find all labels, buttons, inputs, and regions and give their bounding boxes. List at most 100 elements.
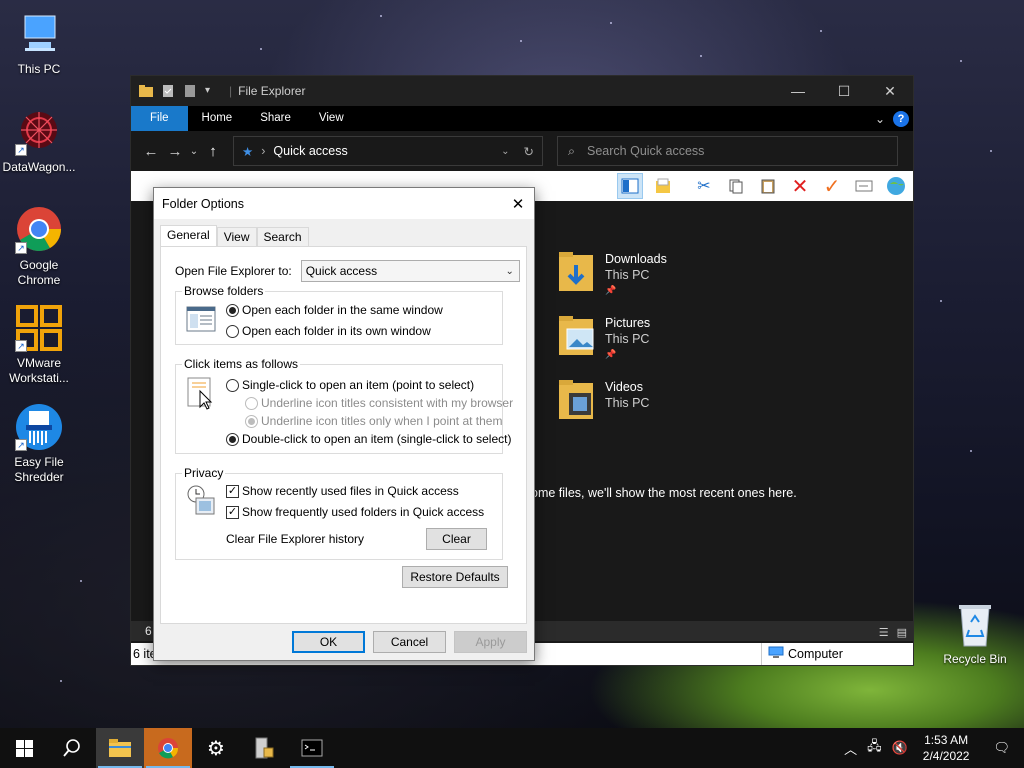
recycle-bin-icon — [951, 600, 999, 648]
taskbar-command-prompt[interactable] — [288, 728, 336, 768]
chevron-down-icon[interactable]: ⌄ — [501, 146, 509, 157]
copy-icon[interactable] — [723, 173, 749, 199]
large-icons-view-icon[interactable]: ▤ — [897, 623, 907, 643]
double-click-option[interactable]: Double-click to open an item (single-cli… — [226, 432, 511, 446]
close-button[interactable]: ✕ — [867, 76, 913, 106]
expand-ribbon-icon[interactable]: ⌄ — [875, 112, 885, 126]
customize-qat-icon[interactable]: ▾ — [205, 84, 219, 98]
refresh-icon[interactable]: ↻ — [524, 144, 534, 159]
chrome-icon — [158, 738, 179, 759]
clear-history-label: Clear File Explorer history — [226, 532, 365, 546]
checkmark-icon[interactable]: ✓ — [819, 173, 845, 199]
search-input[interactable]: ⌕ Search Quick access — [557, 136, 898, 166]
frequent-folders-option[interactable]: ✓ Show frequently used folders in Quick … — [226, 505, 484, 519]
new-folder-icon[interactable] — [183, 84, 197, 98]
click-items-group: Click items as follows Single-click to o… — [175, 357, 513, 454]
gear-icon: ⚙ — [207, 737, 225, 760]
tab-view[interactable]: View — [216, 227, 257, 247]
tab-view[interactable]: View — [305, 106, 358, 131]
open-explorer-row: Open File Explorer to: Quick access ⌄ — [175, 260, 520, 282]
tab-home[interactable]: Home — [188, 106, 247, 131]
cancel-button[interactable]: Cancel — [373, 631, 446, 653]
cut-icon[interactable]: ✂ — [691, 173, 717, 199]
taskbar-file-explorer[interactable] — [96, 728, 144, 768]
search-placeholder: Search Quick access — [587, 144, 705, 158]
taskbar: ⚙ ︿ 🖧 🔇 1:53 AM 2/4/2022 🗨 — [0, 728, 1024, 768]
volume-muted-icon[interactable]: 🔇 — [887, 740, 913, 756]
ok-button[interactable]: OK — [292, 631, 365, 653]
new-item-icon[interactable]: ▾ — [649, 173, 685, 199]
minimize-button[interactable]: — — [775, 76, 821, 106]
back-arrow-icon[interactable]: ← — [139, 143, 163, 160]
folder-options-dialog: Folder Options ✕ General View Search Ope… — [153, 187, 535, 661]
browse-same-window-option[interactable]: Open each folder in the same window — [226, 303, 443, 317]
radio-button[interactable] — [226, 432, 239, 446]
desktop-icon-recycle-bin[interactable]: Recycle Bin — [936, 600, 1014, 667]
explorer-titlebar: ▾ | File Explorer — ☐ ✕ — [131, 76, 913, 106]
tab-search[interactable]: Search — [256, 227, 309, 247]
quick-access-item-pictures[interactable]: Pictures This PC 📌 — [559, 315, 650, 361]
terminal-icon — [301, 739, 323, 757]
browse-folders-legend: Browse folders — [182, 284, 266, 298]
quick-access-item-videos[interactable]: Videos This PC — [559, 379, 649, 423]
tab-file[interactable]: File — [131, 106, 188, 131]
underline-point-label: Underline icon titles only when I point … — [261, 414, 503, 428]
paste-icon[interactable] — [755, 173, 781, 199]
item-location: This PC — [605, 396, 650, 410]
privacy-group: Privacy ✓ Show recently used files in Qu… — [175, 466, 503, 560]
desktop-icon-datawagon[interactable]: ↗ DataWagon... — [0, 108, 78, 175]
taskbar-server-manager[interactable] — [240, 728, 288, 768]
taskbar-chrome[interactable] — [144, 728, 192, 768]
taskbar-settings[interactable]: ⚙ — [192, 728, 240, 768]
recent-files-option[interactable]: ✓ Show recently used files in Quick acce… — [226, 484, 459, 498]
single-click-option[interactable]: Single-click to open an item (point to s… — [226, 378, 474, 392]
desktop-icon-vmware[interactable]: ↗ VMware Workstati... — [0, 304, 78, 386]
dialog-close-button[interactable]: ✕ — [502, 195, 534, 213]
tab-share[interactable]: Share — [246, 106, 305, 131]
desktop-icon-shredder[interactable]: ↗ Easy File Shredder — [0, 403, 78, 485]
window-title: File Explorer — [238, 84, 306, 98]
search-icon: ⌕ — [568, 143, 576, 158]
details-view-icon[interactable]: ☰ — [879, 623, 889, 643]
address-text: Quick access — [273, 144, 348, 158]
pin-icon: 📌 — [605, 349, 617, 359]
properties-icon[interactable] — [161, 84, 175, 98]
start-button[interactable] — [0, 728, 48, 768]
forward-arrow-icon[interactable]: → — [163, 143, 187, 160]
clear-history-button[interactable]: Clear — [426, 528, 487, 550]
rename-icon[interactable] — [851, 173, 877, 199]
vmware-icon: ↗ — [15, 304, 63, 352]
delete-icon[interactable]: ✕ — [787, 173, 813, 199]
desktop-icon-this-pc[interactable]: This PC — [0, 10, 78, 77]
radio-button[interactable] — [226, 324, 239, 338]
checkbox-checked[interactable]: ✓ — [226, 484, 239, 498]
browse-own-window-option[interactable]: Open each folder in its own window — [226, 324, 431, 338]
open-explorer-select[interactable]: Quick access ⌄ — [300, 260, 520, 282]
radio-button[interactable] — [226, 378, 239, 392]
maximize-button[interactable]: ☐ — [821, 76, 867, 106]
zone-indicator: Computer — [761, 643, 843, 665]
clock[interactable]: 1:53 AM 2/4/2022 — [913, 732, 980, 764]
quick-access-item-downloads[interactable]: Downloads This PC 📌 — [559, 251, 667, 297]
chevron-down-icon: ⌄ — [505, 265, 514, 277]
address-bar[interactable]: ★ › Quick access ⌄ ↻ — [233, 136, 543, 166]
notifications-icon[interactable]: 🗨 — [979, 740, 1024, 756]
desktop-icon-chrome[interactable]: ↗ Google Chrome — [0, 206, 78, 288]
radio-button[interactable] — [226, 303, 239, 317]
folder-icon[interactable] — [139, 84, 153, 98]
chevron-up-icon[interactable]: ︿ — [839, 739, 862, 758]
restore-defaults-button[interactable]: Restore Defaults — [402, 566, 508, 588]
desktop-icon-label: Google Chrome — [17, 258, 61, 287]
item-count: 6 — [145, 624, 152, 638]
apply-button[interactable]: Apply — [454, 631, 527, 653]
network-icon[interactable]: 🖧 — [862, 737, 887, 759]
tab-general[interactable]: General — [160, 225, 217, 247]
network-globe-icon[interactable] — [883, 173, 909, 199]
up-arrow-icon[interactable]: ↑ — [201, 143, 225, 160]
recent-locations-icon[interactable]: ⌄ — [187, 146, 201, 157]
search-button[interactable] — [48, 728, 96, 768]
preview-pane-icon[interactable] — [617, 173, 643, 199]
navigation-bar: ← → ⌄ ↑ ★ › Quick access ⌄ ↻ ⌕ Search Qu… — [131, 131, 913, 171]
help-icon[interactable]: ? — [893, 110, 909, 127]
checkbox-checked[interactable]: ✓ — [226, 505, 239, 519]
